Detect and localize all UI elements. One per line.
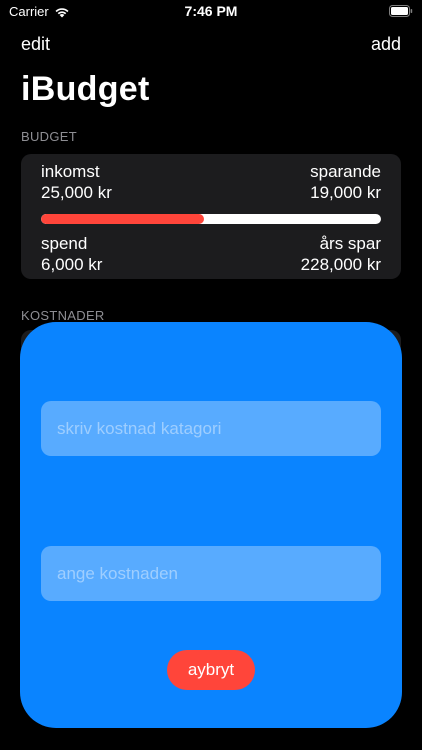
- status-bar: Carrier 7:46 PM: [0, 0, 422, 24]
- spend-label: spend: [41, 234, 88, 253]
- inkomst-value: 25,000 kr: [41, 183, 112, 202]
- section-header-budget: BUDGET: [21, 129, 77, 144]
- section-header-kostnader: KOSTNADER: [21, 308, 105, 323]
- budget-card: inkomst 25,000 kr sparande 19,000 kr spe…: [21, 154, 401, 279]
- budget-progress-fill: [41, 214, 205, 224]
- amount-input[interactable]: [41, 546, 381, 601]
- ars-spar-label: års spar: [319, 234, 381, 253]
- budget-progress-bar: [41, 214, 381, 224]
- screen: Carrier 7:46 PM edit add iBudget BUDGET …: [0, 0, 422, 750]
- add-button[interactable]: add: [371, 34, 401, 55]
- battery-icon: [389, 5, 413, 17]
- cancel-button[interactable]: aybryt: [167, 650, 255, 690]
- category-input[interactable]: [41, 401, 381, 456]
- spend-value: 6,000 kr: [41, 255, 103, 274]
- edit-button[interactable]: edit: [21, 34, 50, 55]
- add-expense-sheet: aybryt: [20, 322, 402, 728]
- inkomst-label: inkomst: [41, 162, 100, 181]
- sparande-value: 19,000 kr: [310, 183, 381, 202]
- sparande-label: sparande: [310, 162, 381, 181]
- ars-spar-value: 228,000 kr: [300, 255, 381, 274]
- status-time: 7:46 PM: [184, 3, 238, 19]
- page-title: iBudget: [21, 70, 150, 108]
